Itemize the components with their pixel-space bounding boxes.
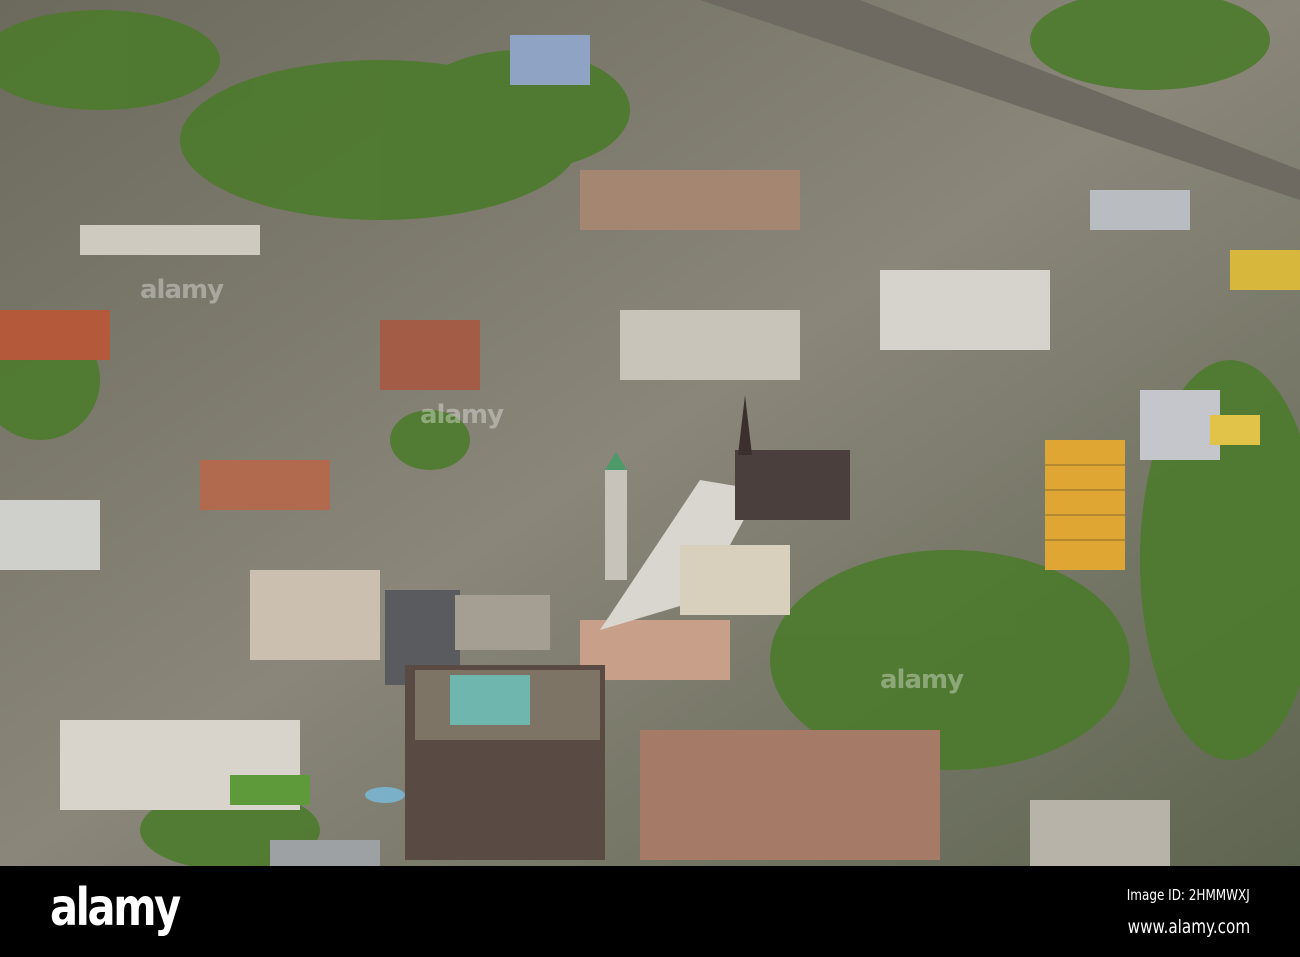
alamy-logo: alamy — [50, 878, 181, 938]
church — [735, 450, 850, 520]
watermark-logo: alamy — [140, 275, 224, 305]
image-id-label: Image ID: 2HMMWXJ — [1126, 886, 1250, 904]
watermark-bar: alamy Image ID: 2HMMWXJ www.alamy.com — [0, 866, 1300, 957]
watermark-logo: alamy — [420, 400, 504, 430]
website-url: www.alamy.com — [1127, 916, 1250, 938]
image-canvas: alamy alamy alamy alamy Image ID: 2HMMWX… — [0, 0, 1300, 957]
office-tower — [1045, 440, 1125, 570]
watermark-logo: alamy — [880, 665, 964, 695]
aerial-city-photo — [0, 0, 1300, 866]
